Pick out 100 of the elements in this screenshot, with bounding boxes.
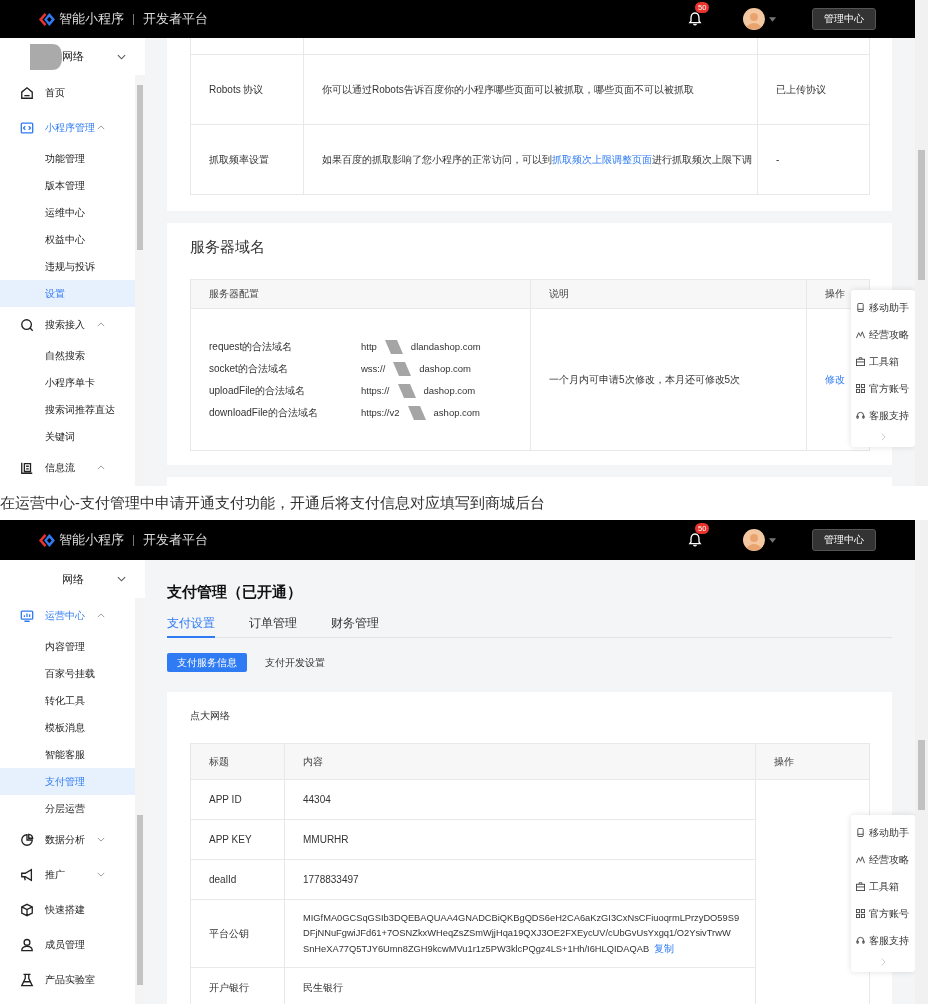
link[interactable]: 抓取频次上限调整页面: [552, 153, 652, 165]
flask-icon: [20, 972, 34, 987]
search-icon: [20, 317, 34, 332]
scrollbar[interactable]: [915, 520, 928, 1004]
helper-item[interactable]: 官方账号: [851, 375, 915, 402]
scrollbar[interactable]: [135, 75, 145, 486]
sidebar-item[interactable]: 小程序单卡: [0, 369, 135, 396]
sub-tab[interactable]: 支付服务信息: [167, 653, 247, 672]
chevron-icon: [97, 322, 105, 327]
helper-item[interactable]: 经营攻略: [851, 846, 915, 873]
admin-center-button[interactable]: 管理中心: [812, 8, 876, 30]
chevron-icon: [97, 837, 105, 842]
chevron-icon: [97, 125, 105, 130]
helper-item[interactable]: 经营攻略: [851, 321, 915, 348]
sidebar-item[interactable]: 权益中心: [0, 226, 135, 253]
bell-icon[interactable]: [687, 532, 703, 548]
edit-link[interactable]: 修改: [825, 372, 845, 387]
avatar-icon[interactable]: [743, 529, 765, 551]
toolbox-icon: [856, 882, 865, 891]
sidebar-item[interactable]: 关键词: [0, 423, 135, 450]
page-title: 支付管理（已开通）: [167, 582, 303, 602]
account-selector[interactable]: 网络: [0, 560, 145, 598]
cube-icon: [20, 902, 34, 917]
tab[interactable]: 订单管理: [249, 616, 297, 638]
platform-name: 开发者平台: [143, 10, 208, 28]
domain-value: wss://: [361, 363, 386, 374]
sidebar-item[interactable]: 搜索接入: [0, 307, 135, 342]
sidebar-item[interactable]: 推广: [0, 857, 135, 892]
scrollbar[interactable]: [135, 598, 145, 1004]
sidebar-item[interactable]: 版本管理: [0, 172, 135, 199]
tab[interactable]: 支付设置: [167, 616, 215, 638]
helper-item[interactable]: 移动助手: [851, 294, 915, 321]
sidebar-item[interactable]: 小程序管理: [0, 110, 135, 145]
domain-value: https://: [361, 385, 390, 396]
chart-icon: [856, 330, 865, 339]
domain-value: dashop.com: [423, 385, 476, 396]
table-cell: Robots 协议: [209, 82, 264, 97]
grid-icon: [856, 384, 865, 393]
sidebar-item[interactable]: 智能客服: [0, 741, 135, 768]
column-header: 操作: [825, 287, 845, 301]
chart-icon: [856, 855, 865, 864]
section-title: 服务器域名: [190, 238, 266, 257]
copy-link[interactable]: 复制: [654, 942, 675, 954]
admin-center-button[interactable]: 管理中心: [812, 529, 876, 551]
scrollbar[interactable]: [915, 0, 928, 486]
table-cell: 抓取频率设置: [209, 152, 269, 167]
sidebar-item[interactable]: 内容管理: [0, 633, 135, 660]
headset-icon: [856, 936, 865, 945]
sidebar-item[interactable]: 模板消息: [0, 714, 135, 741]
helper-item[interactable]: 官方账号: [851, 900, 915, 927]
sidebar-item[interactable]: 百家号挂载: [0, 660, 135, 687]
caret-icon[interactable]: [769, 537, 776, 543]
column-header: 内容: [303, 754, 323, 769]
column-header: 服务器配置: [209, 287, 259, 301]
sidebar-item[interactable]: 首页: [0, 75, 135, 110]
chevron-icon: [117, 576, 126, 582]
helper-item[interactable]: 客服支持: [851, 927, 915, 954]
sidebar-item[interactable]: 转化工具: [0, 687, 135, 714]
bell-icon[interactable]: [687, 11, 703, 27]
tab[interactable]: 财务管理: [331, 616, 379, 638]
sidebar-item[interactable]: 功能管理: [0, 145, 135, 172]
sidebar-item[interactable]: 产品实验室: [0, 962, 135, 997]
avatar-icon[interactable]: [743, 8, 765, 30]
sidebar-item[interactable]: 运维中心: [0, 199, 135, 226]
table-cell-text: MIGfMA0GCSqGSIb3DQEBAQUAA4GNADCBiQKBgQDS6eH2CA6aKzGI3CxNsCFiuoqrmLPrzyDO59S9 DFjNNuFgwiJFd61+7OSNZkxWHeqZsZSmWjjHqa19QXJ3OE2FXEycUV/cUbGvUsYxgq1/O2YsivTrwW SnHeXA77Q5TJY6Umn8ZGH9kcwMVu1r1z5PW3klcPQgz4LS+1Hh/I6HLQIDAQAB 复制: [303, 911, 740, 956]
sidebar-item[interactable]: 信息流: [0, 450, 135, 485]
account-selector[interactable]: 网络: [0, 38, 145, 75]
sidebar-item[interactable]: 快速搭建: [0, 892, 135, 927]
table-cell: 一个月内可申请5次修改，本月还可修改5次: [549, 372, 741, 387]
table-cell: dealId: [209, 874, 237, 885]
helper-item[interactable]: 客服支持: [851, 402, 915, 429]
brand-name: 智能小程序: [59, 10, 124, 28]
table-cell-text: 44304: [303, 793, 331, 807]
headset-icon: [856, 411, 865, 420]
sidebar-item[interactable]: 分层运营: [0, 795, 135, 822]
helper-item[interactable]: 工具箱: [851, 348, 915, 375]
helper-item[interactable]: 移动助手: [851, 819, 915, 846]
card-title: 点大网络: [190, 709, 231, 723]
domain-label: downloadFile的合法域名: [209, 405, 319, 420]
caret-icon[interactable]: [769, 16, 776, 22]
sidebar-item[interactable]: 搜索词推荐直达: [0, 396, 135, 423]
domain-value: http: [361, 341, 377, 352]
sidebar-item[interactable]: 自然搜索: [0, 342, 135, 369]
table-cell: 平台公钥: [209, 926, 249, 941]
sidebar-item[interactable]: 运营中心: [0, 598, 135, 633]
table-cell: 已上传协议: [776, 82, 826, 97]
helper-item[interactable]: 工具箱: [851, 873, 915, 900]
sidebar-item[interactable]: 成员管理: [0, 927, 135, 962]
sidebar-item[interactable]: 设置: [0, 280, 135, 307]
sub-tab[interactable]: 支付开发设置: [255, 653, 335, 672]
redaction-mark: [30, 43, 62, 70]
table-cell: 如果百度的抓取影响了您小程序的正常访问，可以到抓取频次上限调整页面进行抓取频次上限下调: [322, 152, 752, 167]
table-cell: 你可以通过Robots告诉百度你的小程序哪些页面可以被抓取，哪些页面不可以被抓取: [322, 82, 694, 97]
toolbox-icon: [856, 357, 865, 366]
sidebar-item[interactable]: 支付管理: [0, 768, 135, 795]
sidebar-item[interactable]: 数据分析: [0, 822, 135, 857]
domain-label: uploadFile的合法域名: [209, 383, 307, 398]
sidebar-item[interactable]: 违规与投诉: [0, 253, 135, 280]
pie-icon: [20, 832, 34, 847]
domain-label: socket的合法域名: [209, 361, 289, 376]
